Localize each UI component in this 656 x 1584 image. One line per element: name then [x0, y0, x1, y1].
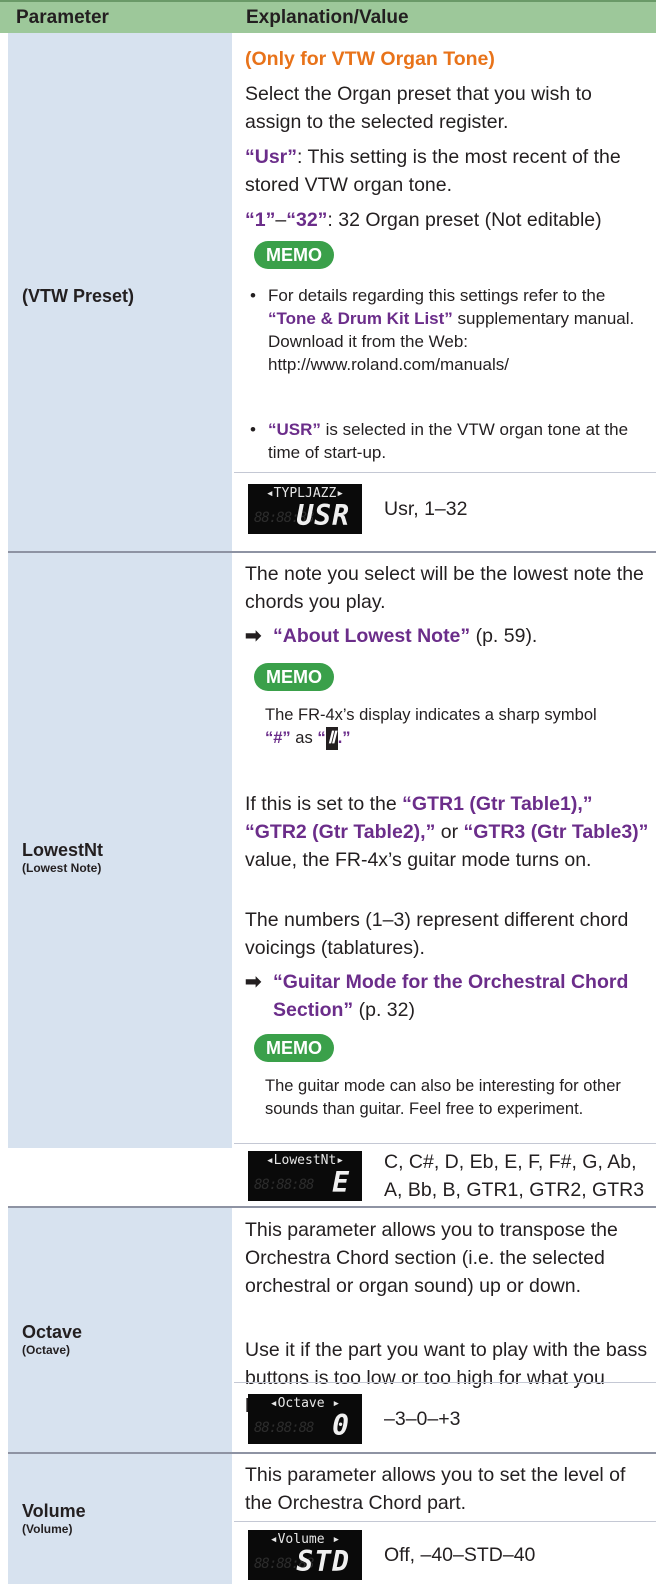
octave-description-1: This parameter allows you to transpose t… — [245, 1219, 618, 1297]
vtw-range-line: “1”–“32”: 32 Organ preset (Not editable) — [245, 209, 602, 231]
header-parameter: Parameter — [16, 7, 109, 28]
lowest-numbers: The numbers (1–3) represent different ch… — [245, 909, 629, 959]
vtw-values: Usr, 1–32 — [384, 498, 468, 520]
row-divider-octave-desc — [234, 1382, 656, 1383]
lowest-memo-text: The FR-4x’s display indicates a sharp sy… — [265, 704, 650, 750]
param-sub-volume: (Volume) — [22, 1522, 73, 1536]
lcd-display-lowestnt: ◂LowestNt▸ 88:88:88 E — [248, 1151, 362, 1201]
param-name-lowestnt: LowestNt — [22, 840, 103, 860]
guitar-mode-link[interactable]: “Guitar Mode for the Orchestral Chord Se… — [273, 971, 628, 1021]
param-sub-lowestnt: (Lowest Note) — [22, 861, 102, 875]
lcd-display-volume: ◂Volume ▸ 88:88:88 STD — [248, 1530, 362, 1580]
vtw-description: Select the Organ preset that you wish to… — [245, 83, 592, 133]
header-explanation: Explanation/Value — [246, 7, 409, 28]
param-name-vtw-preset: (VTW Preset) — [22, 286, 135, 306]
row-divider — [234, 1521, 656, 1522]
volume-values: Off, –40–STD–40 — [384, 1544, 536, 1566]
bullet-dot: • — [250, 420, 256, 439]
vtw-memo-bullet-2: • “USR” is selected in the VTW organ ton… — [250, 420, 629, 462]
param-cell-lowestnt: LowestNt (Lowest Note) — [8, 553, 232, 1148]
about-lowest-note-link[interactable]: “About Lowest Note” — [273, 625, 470, 647]
param-cell-volume: Volume (Volume) — [8, 1454, 232, 1584]
octave-values: –3–0–+3 — [384, 1408, 461, 1430]
param-name-volume: Volume — [22, 1501, 86, 1521]
manuals-url[interactable]: http://www.roland.com/manuals/ — [268, 355, 509, 374]
sharp-glyph-icon: Ⅱ — [325, 727, 338, 750]
param-cell-octave: Octave (Octave) — [8, 1208, 232, 1452]
memo-badge: MEMO — [254, 663, 334, 691]
vtw-memo-bullet-1: • For details regarding this settings re… — [250, 286, 635, 374]
lcd-display-octave: ◂Octave ▸ 88:88:88 0 — [248, 1394, 362, 1444]
bullet-dot: • — [250, 286, 256, 305]
lowest-ref-line: ➡ “About Lowest Note” (p. 59). — [245, 625, 538, 647]
row-divider — [234, 1143, 656, 1144]
table-header: Parameter Explanation/Value — [0, 0, 656, 33]
lcd-display-vtw: ◂TYPLJAZZ▸ 88:88:88 USR — [248, 484, 362, 534]
param-name-octave: Octave — [22, 1322, 83, 1342]
volume-description: This parameter allows you to set the lev… — [245, 1464, 626, 1514]
vtw-usr-line: “Usr”: This setting is the most recent o… — [245, 146, 621, 196]
lowest-description: The note you select will be the lowest n… — [245, 563, 644, 613]
memo-badge: MEMO — [254, 1034, 334, 1062]
lowest-ref2-line: ➡ “Guitar Mode for the Orchestral Chord … — [245, 971, 629, 1021]
param-sub-octave: (Octave) — [22, 1343, 71, 1357]
memo-badge: MEMO — [254, 241, 334, 269]
vtw-only-note: (Only for VTW Organ Tone) — [245, 48, 495, 70]
row-divider — [234, 472, 656, 473]
lowest-gtr-line: If this is set to the “GTR1 (Gtr Table1)… — [245, 793, 649, 871]
lowest-values: C, C#, D, Eb, E, F, F#, G, Ab, A, Bb, B,… — [384, 1151, 645, 1201]
param-cell-vtw-preset: (VTW Preset) — [8, 33, 232, 551]
tone-drum-kit-link[interactable]: “Tone & Drum Kit List” — [268, 309, 453, 328]
lowest-memo2-text: The guitar mode can also be interesting … — [265, 1077, 621, 1118]
